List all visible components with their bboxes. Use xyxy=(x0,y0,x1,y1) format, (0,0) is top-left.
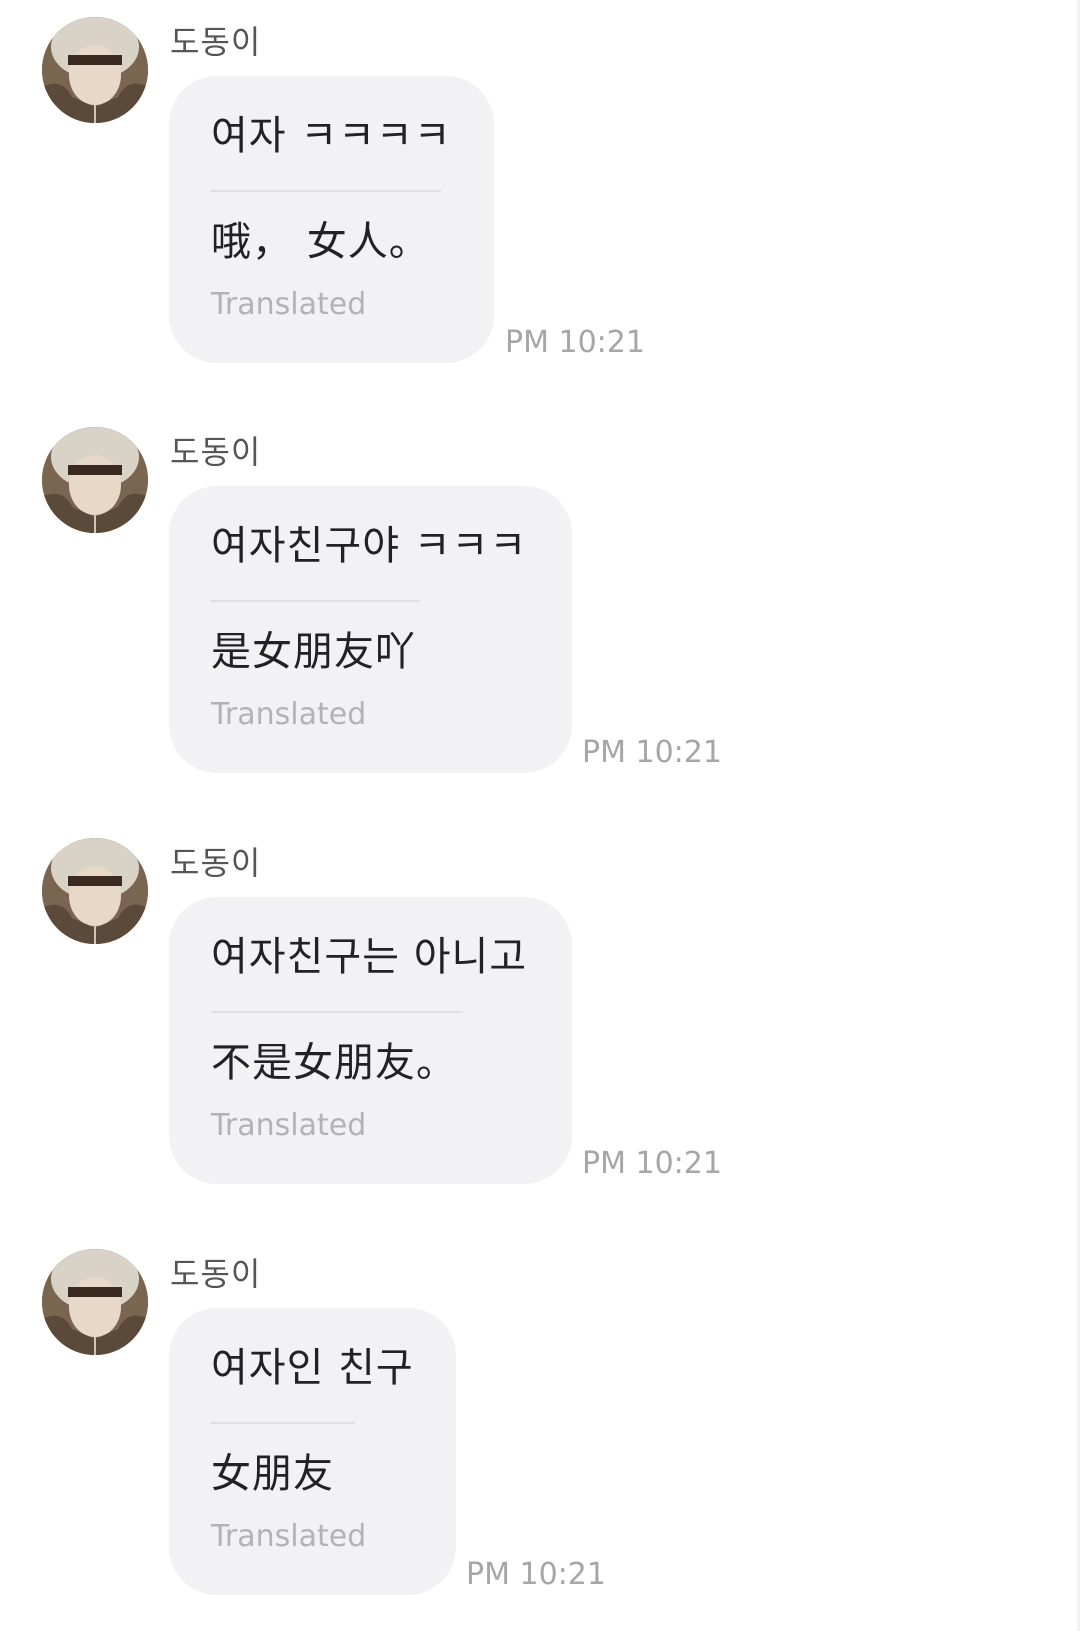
avatar-photo-icon xyxy=(42,427,148,533)
message-bubble[interactable]: 여자친구야 ㅋㅋㅋ 是女朋友吖 Translated xyxy=(169,486,572,773)
message-timestamp: PM 10:21 xyxy=(466,1557,606,1592)
translated-label: Translated xyxy=(211,287,367,322)
message-row: 도동이 여자친구야 ㅋㅋㅋ 是女朋友吖 Translated PM 10:21 xyxy=(0,410,1080,805)
original-text: 여자인 친구 xyxy=(211,1345,414,1391)
translated-label: Translated xyxy=(211,1108,367,1143)
message-bubble[interactable]: 여자친구는 아니고 不是女朋友。 Translated xyxy=(169,897,572,1184)
message-row: 도동이 여자친구는 아니고 不是女朋友。 Translated PM 10:21 xyxy=(0,821,1080,1216)
message-bubble[interactable]: 여자인 친구 女朋友 Translated xyxy=(169,1308,456,1595)
translated-text: 哦， 女人。 xyxy=(211,219,430,265)
original-text: 여자친구야 ㅋㅋㅋ xyxy=(211,523,528,569)
sender-name: 도동이 xyxy=(170,433,262,471)
avatar-photo-icon xyxy=(42,1249,148,1355)
message-timestamp: PM 10:21 xyxy=(582,735,722,770)
message-row: 도동이 여자 ㅋㅋㅋㅋ 哦， 女人。 Translated PM 10:21 xyxy=(0,0,1080,395)
message-row: 도동이 여자인 친구 女朋友 Translated PM 10:21 xyxy=(0,1232,1080,1627)
sender-avatar[interactable] xyxy=(42,427,148,533)
translated-label: Translated xyxy=(211,1519,367,1554)
sender-avatar[interactable] xyxy=(42,1249,148,1355)
original-text: 여자 ㅋㅋㅋㅋ xyxy=(211,113,452,159)
message-timestamp: PM 10:21 xyxy=(505,325,645,360)
message-timestamp: PM 10:21 xyxy=(582,1146,722,1181)
original-text: 여자친구는 아니고 xyxy=(211,934,528,980)
translation-divider xyxy=(211,1011,463,1013)
translation-divider xyxy=(211,1422,355,1424)
avatar-photo-icon xyxy=(42,838,148,944)
translated-text: 是女朋友吖 xyxy=(211,629,416,675)
chat-message-list[interactable]: 도동이 여자 ㅋㅋㅋㅋ 哦， 女人。 Translated PM 10:21 도… xyxy=(0,0,1080,1631)
translated-text: 不是女朋友。 xyxy=(211,1040,457,1086)
avatar-photo-icon xyxy=(42,17,148,123)
sender-name: 도동이 xyxy=(170,23,262,61)
translation-divider xyxy=(211,190,441,192)
sender-avatar[interactable] xyxy=(42,17,148,123)
message-bubble[interactable]: 여자 ㅋㅋㅋㅋ 哦， 女人。 Translated xyxy=(169,76,494,363)
sender-name: 도동이 xyxy=(170,1255,262,1293)
translated-text: 女朋友 xyxy=(211,1451,334,1497)
translation-divider xyxy=(211,600,420,602)
sender-avatar[interactable] xyxy=(42,838,148,944)
translated-label: Translated xyxy=(211,697,367,732)
sender-name: 도동이 xyxy=(170,844,262,882)
